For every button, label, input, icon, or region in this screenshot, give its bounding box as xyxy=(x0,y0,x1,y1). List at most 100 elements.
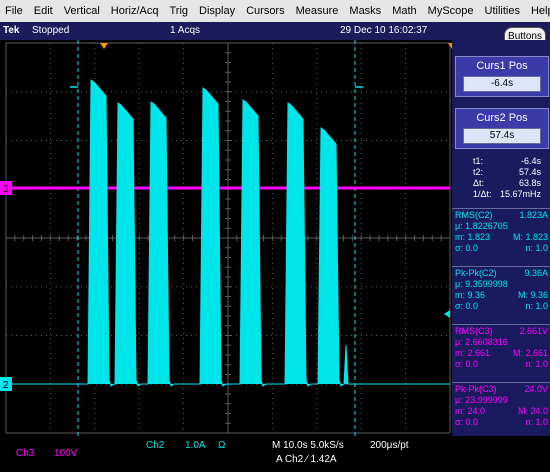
menu-vertical[interactable]: Vertical xyxy=(59,0,106,22)
trigger-level-marker[interactable] xyxy=(444,310,450,318)
readout-row: Δt: 63.8s xyxy=(455,178,547,189)
curs1-pos-value[interactable]: -6.4s xyxy=(463,76,541,92)
trigger-info[interactable]: A Ch2 ⁄ 1.42A xyxy=(276,454,337,465)
menu-cursors[interactable]: Cursors xyxy=(241,0,291,22)
measurement-row: σ: 0.0 n: 1.0 xyxy=(452,359,550,370)
measurement-n: n: 1.0 xyxy=(525,359,548,369)
readout-value: 15.67mHz xyxy=(499,189,541,199)
cursor-readout: t1: -6.4s t2: 57.4s Δt: 63.8s 1/Δt: 15.67mHz xyxy=(455,156,547,200)
graticule xyxy=(5,42,452,434)
readout-row: t2: 57.4s xyxy=(455,167,547,178)
menu-measure[interactable]: Measure xyxy=(291,0,345,22)
ch3-ground-marker[interactable]: 3 xyxy=(0,181,12,195)
measurement-row: m: 2.661 M: 2.661 xyxy=(452,348,550,359)
measurement-divider xyxy=(452,324,550,325)
measurement-value: 1.823A xyxy=(519,210,548,220)
measurement-divider xyxy=(452,208,550,209)
readout-value: -6.4s xyxy=(520,156,541,166)
readout-value: 63.8s xyxy=(518,178,541,188)
date-time: 29 Dec 10 16:02:37 xyxy=(340,25,428,36)
measurement-row: Pk-Pk(C2) 9.36A xyxy=(452,268,550,279)
readout-key: Δt: xyxy=(473,178,485,188)
menu-help[interactable]: Help xyxy=(526,0,550,22)
measurement-mean: μ: 2.6608316 xyxy=(455,337,508,347)
measurement-row: μ: 2.6608316 xyxy=(452,337,550,348)
measurement-name: Pk-Pk(C2) xyxy=(455,268,497,278)
measurement-min: m: 9.36 xyxy=(455,290,486,300)
curs1-pos-control[interactable]: Curs1 Pos -6.4s xyxy=(455,56,549,97)
acq-count: 1 Acqs xyxy=(170,25,201,36)
measurement-rms-c2[interactable]: RMS(C2) 1.823A μ: 1.8226705 m: 1.823 M: 1.82… xyxy=(452,210,550,254)
measurement-row: m: 9.36 M: 9.36 xyxy=(452,290,550,301)
measurement-min: m: 2.661 xyxy=(455,348,491,358)
measurement-row: RMS(C3) 2.661V xyxy=(452,326,550,337)
acq-state: Stopped xyxy=(32,25,70,36)
measurement-sigma: σ: 0.0 xyxy=(455,301,479,311)
measurement-pk-pk-c2[interactable]: Pk-Pk(C2) 9.36A μ: 9.3599998 m: 9.36 M: 9.36… xyxy=(452,268,550,312)
ch2-coupling: Ω xyxy=(218,440,226,451)
measurement-mean: μ: 1.8226705 xyxy=(455,221,508,231)
menu-utilities[interactable]: Utilities xyxy=(480,0,526,22)
menu-trig[interactable]: Trig xyxy=(164,0,194,22)
measurement-row: μ: 9.3599998 xyxy=(452,279,550,290)
menu-horiz-acq[interactable]: Horiz/Acq xyxy=(106,0,165,22)
measurement-max: M: 2.661 xyxy=(512,348,548,358)
measurement-sigma: σ: 0.0 xyxy=(455,243,479,253)
measurement-mean: μ: 9.3599998 xyxy=(455,279,508,289)
measurement-mean: μ: 23.999999 xyxy=(455,395,508,405)
measurement-n: n: 1.0 xyxy=(525,243,548,253)
measurement-row: RMS(C2) 1.823A xyxy=(452,210,550,221)
measurement-row: m: 1.823 M: 1.823 xyxy=(452,232,550,243)
status-bar: Tek Stopped 1 Acqs 29 Dec 10 16:02:37 xyxy=(0,22,550,40)
ch3-label[interactable]: Ch3 xyxy=(16,448,34,459)
measurement-value: 2.661V xyxy=(519,326,548,336)
measurement-sigma: σ: 0.0 xyxy=(455,359,479,369)
ch2-scale[interactable]: 1.0A xyxy=(185,440,206,451)
resolution: 200μs/pt xyxy=(370,440,409,451)
menu-math[interactable]: Math xyxy=(387,0,422,22)
timebase[interactable]: M 10.0s 5.0kS/s xyxy=(272,440,344,451)
measurement-max: M: 9.36 xyxy=(517,290,548,300)
measurement-row: σ: 0.0 n: 1.0 xyxy=(452,417,550,428)
measurement-min: m: 24.0 xyxy=(455,406,486,416)
menu-edit[interactable]: Edit xyxy=(29,0,59,22)
settings-bar: Ch3 100V Ch2 1.0A Ω M 10.0s 5.0kS/s 200μ… xyxy=(0,436,550,472)
measurement-name: RMS(C3) xyxy=(455,326,493,336)
readout-key: t2: xyxy=(473,167,484,177)
readout-row: t1: -6.4s xyxy=(455,156,547,167)
menu-bar: File Edit Vertical Horiz/Acq Trig Display Curs… xyxy=(0,0,550,23)
curs2-pos-control[interactable]: Curs2 Pos 57.4s xyxy=(455,108,549,149)
measurement-row: m: 24.0 M: 24.0 xyxy=(452,406,550,417)
measurement-name: RMS(C2) xyxy=(455,210,493,220)
menu-myscope[interactable]: MyScope xyxy=(423,0,480,22)
ch2-label[interactable]: Ch2 xyxy=(146,440,164,451)
waveform-display[interactable]: 3 2 xyxy=(0,40,452,436)
measurement-sigma: σ: 0.0 xyxy=(455,417,479,427)
menu-masks[interactable]: Masks xyxy=(344,0,387,22)
curs2-pos-value[interactable]: 57.4s xyxy=(463,128,541,144)
measurement-row: σ: 0.0 n: 1.0 xyxy=(452,243,550,254)
measurement-row: μ: 23.999999 xyxy=(452,395,550,406)
measurement-divider xyxy=(452,382,550,383)
waveform-svg: 3 2 xyxy=(0,40,452,436)
measurement-name: Pk-Pk(C3) xyxy=(455,384,497,394)
menu-display[interactable]: Display xyxy=(194,0,241,22)
measurement-divider xyxy=(452,266,550,267)
readout-row: 1/Δt: 15.67mHz xyxy=(455,189,547,200)
curs2-pos-title: Curs2 Pos xyxy=(476,112,528,124)
measurement-row: Pk-Pk(C3) 24.0V xyxy=(452,384,550,395)
brand-label: Tek xyxy=(3,25,20,36)
measurement-row: μ: 1.8226705 xyxy=(452,221,550,232)
measurement-n: n: 1.0 xyxy=(525,417,548,427)
svg-text:3: 3 xyxy=(3,184,9,195)
ch3-scale[interactable]: 100V xyxy=(54,448,77,459)
readout-key: 1/Δt: xyxy=(473,189,492,199)
measurement-rms-c3[interactable]: RMS(C3) 2.661V μ: 2.6608316 m: 2.661 M: 2.66… xyxy=(452,326,550,370)
measurement-n: n: 1.0 xyxy=(525,301,548,311)
ch2-ground-marker[interactable]: 2 xyxy=(0,377,12,391)
measurement-value: 9.36A xyxy=(524,268,548,278)
measurement-pk-pk-c3[interactable]: Pk-Pk(C3) 24.0V μ: 23.999999 m: 24.0 M: 24.0… xyxy=(452,384,550,428)
menu-file[interactable]: File xyxy=(0,0,29,22)
measurement-value: 24.0V xyxy=(524,384,548,394)
svg-text:2: 2 xyxy=(3,380,9,391)
